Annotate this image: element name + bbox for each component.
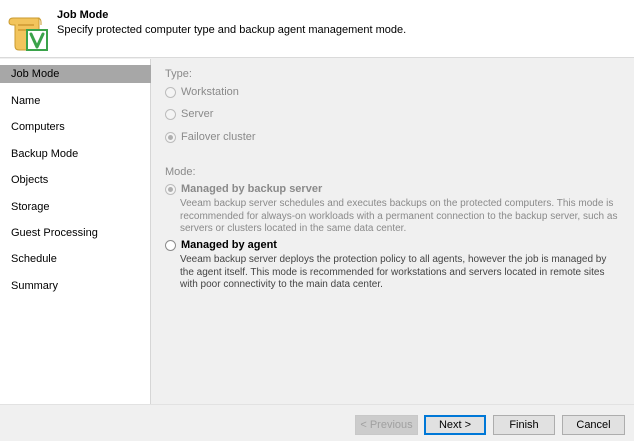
sidebar-item-storage[interactable]: Storage [0, 198, 151, 216]
wizard-footer: < Previous Next > Finish Cancel [0, 404, 634, 441]
job-scroll-icon [8, 17, 48, 51]
next-button[interactable]: Next > [424, 415, 486, 435]
sidebar-item-summary[interactable]: Summary [0, 277, 151, 295]
managed-by-agent-description: Veeam backup server deploys the protecti… [180, 254, 607, 290]
managed-by-backup-server-radio[interactable] [165, 183, 176, 195]
failover-cluster-label: Failover cluster [181, 131, 256, 143]
mode-section-label: Mode: [165, 166, 196, 178]
type-section-label: Type: [165, 68, 192, 80]
sidebar-item-name[interactable]: Name [0, 92, 151, 110]
previous-button[interactable]: < Previous [355, 415, 418, 435]
sidebar-item-job-mode[interactable]: Job Mode [0, 65, 151, 83]
sidebar-item-computers[interactable]: Computers [0, 118, 151, 136]
job-mode-panel: Type: Workstation Server Failover cluste… [152, 59, 634, 404]
type-option-failover-cluster[interactable]: Failover cluster [165, 130, 256, 144]
managed-by-agent-label: Managed by agent [181, 239, 277, 251]
sidebar-item-schedule[interactable]: Schedule [0, 250, 151, 268]
mode-option-managed-by-agent[interactable]: Managed by agent [165, 238, 277, 252]
type-option-server[interactable]: Server [165, 107, 213, 121]
server-label: Server [181, 108, 214, 120]
finish-button[interactable]: Finish [493, 415, 555, 435]
type-option-workstation[interactable]: Workstation [165, 85, 239, 99]
workstation-radio[interactable] [165, 86, 176, 98]
managed-by-backup-server-label: Managed by backup server [181, 183, 323, 195]
sidebar-item-objects[interactable]: Objects [0, 171, 151, 189]
page-subtitle: Specify protected computer type and back… [57, 24, 407, 36]
failover-cluster-radio[interactable] [165, 131, 176, 143]
managed-by-backup-server-description: Veeam backup server schedules and execut… [180, 198, 618, 234]
cancel-button[interactable]: Cancel [562, 415, 625, 435]
server-radio[interactable] [165, 108, 176, 120]
sidebar-item-backup-mode[interactable]: Backup Mode [0, 145, 151, 163]
page-title: Job Mode [57, 9, 109, 21]
mode-option-managed-by-backup-server[interactable]: Managed by backup server [165, 182, 322, 196]
sidebar-item-guest-processing[interactable]: Guest Processing [0, 224, 151, 242]
wizard-steps-sidebar: Job Mode Name Computers Backup Mode Obje… [0, 59, 151, 404]
wizard-header: Job Mode Specify protected computer type… [0, 0, 634, 58]
managed-by-agent-radio[interactable] [165, 239, 176, 251]
workstation-label: Workstation [181, 86, 239, 98]
